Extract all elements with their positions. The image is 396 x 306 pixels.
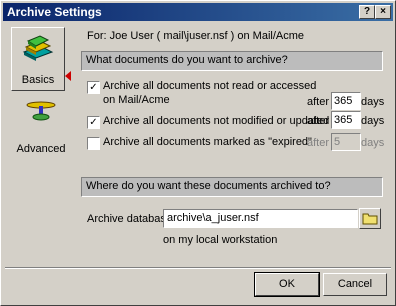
divider: [5, 267, 391, 269]
after-label: after: [307, 96, 330, 108]
sidebar-item-basics[interactable]: Basics: [11, 27, 65, 91]
help-button[interactable]: ?: [359, 5, 375, 19]
archive-settings-dialog: Archive Settings ? × Basics Advanced For…: [0, 0, 396, 306]
location-note: on my local workstation: [163, 234, 278, 246]
section-header-where: Where do you want these documents archiv…: [81, 177, 383, 197]
books-icon: [22, 35, 54, 61]
read-accessed-checkbox[interactable]: ✓: [87, 81, 100, 94]
section-header-what: What documents do you want to archive?: [81, 51, 383, 71]
option-label: Archive all documents not read or access…: [103, 80, 317, 92]
ok-button[interactable]: OK: [254, 272, 320, 297]
option-label-line2: on Mail/Acme: [103, 94, 170, 106]
modified-days-input[interactable]: 365: [331, 111, 361, 129]
days-label: days: [361, 115, 385, 127]
expired-checkbox[interactable]: [87, 137, 100, 150]
selection-arrow-icon: [65, 71, 71, 81]
modified-checkbox[interactable]: ✓: [87, 116, 100, 129]
propeller-icon: [26, 101, 56, 121]
sidebar: Basics Advanced: [7, 27, 75, 265]
folder-icon: [362, 213, 378, 225]
browse-button[interactable]: [359, 208, 381, 229]
read-days-input[interactable]: 365: [331, 92, 361, 110]
section-title: Where do you want these documents archiv…: [86, 180, 331, 192]
title-bar[interactable]: Archive Settings ? ×: [3, 3, 393, 21]
days-label: days: [361, 96, 385, 108]
option-label: Archive all documents marked as "expired…: [103, 136, 312, 148]
after-label: after: [307, 137, 330, 149]
archive-database-label: Archive database: [87, 213, 172, 225]
window-title: Archive Settings: [7, 5, 102, 19]
archive-database-input[interactable]: archive\a_juser.nsf: [163, 209, 358, 228]
section-title: What documents do you want to archive?: [86, 54, 288, 66]
sidebar-item-advanced[interactable]: Advanced: [7, 97, 75, 159]
close-button[interactable]: ×: [375, 5, 391, 19]
cancel-button[interactable]: Cancel: [323, 273, 387, 296]
after-label: after: [307, 115, 330, 127]
expired-days-input[interactable]: 5: [331, 133, 361, 151]
sidebar-item-label: Advanced: [16, 143, 66, 155]
days-label: days: [361, 137, 385, 149]
sidebar-item-label: Basics: [21, 74, 55, 86]
user-line: For: Joe User ( mail\juser.nsf ) on Mail…: [87, 30, 305, 42]
option-label: Archive all documents not modified or up…: [103, 115, 330, 127]
